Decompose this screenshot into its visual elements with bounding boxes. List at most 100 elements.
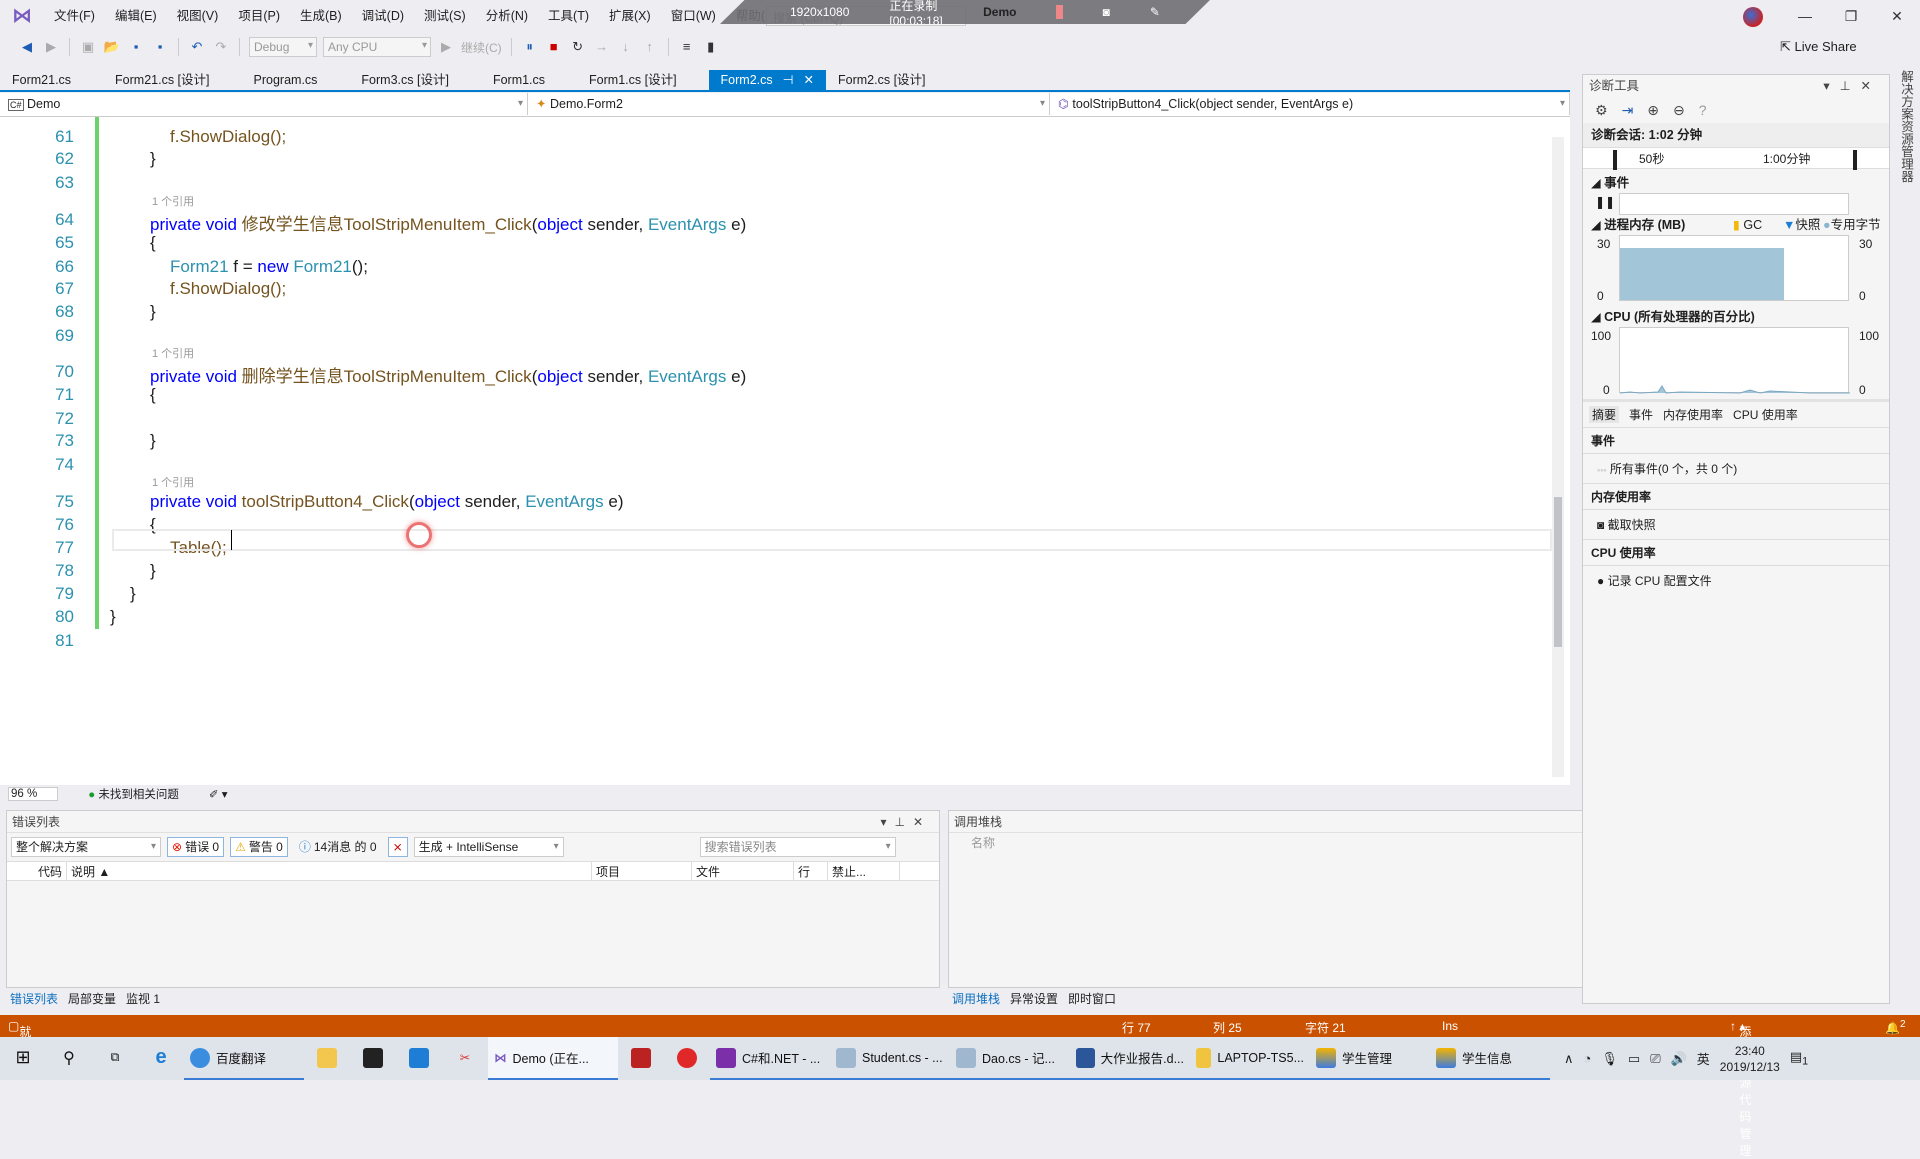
issues-indicator[interactable]: ● 未找到相关问题 [88,786,179,802]
warnings-filter-button[interactable]: ⚠ 警告 0 [230,837,288,857]
tab-cpu-usage[interactable]: CPU 使用率 [1733,406,1798,423]
timeline-end-handle[interactable] [1853,150,1857,170]
zoom-level-dropdown[interactable]: 96 % [8,786,59,801]
tab-form2-cs[interactable]: Form2.cs ⊣ ✕ [708,70,827,90]
all-events-link[interactable]: ◦◦◦ 所有事件(0 个，共 0 个) [1583,454,1889,484]
timeline-start-handle[interactable] [1613,150,1617,170]
zoom-in-icon[interactable]: ⊕ [1647,102,1659,119]
close-recording-icon[interactable]: ✕ [1200,5,1210,19]
stop-recording-icon[interactable] [1056,5,1063,19]
snipping-tool-button[interactable]: ✂ [442,1037,488,1080]
dropdown-icon[interactable]: ▾ [1823,79,1839,93]
store-button[interactable] [350,1037,396,1080]
tab-form2-design[interactable]: Form2.cs [设计] [826,70,938,90]
code-line[interactable]: } [110,607,116,627]
configuration-dropdown[interactable]: Debug [249,37,317,57]
code-editor[interactable]: 61 62 63 64 65 66 67 68 69 70 71 72 73 74 75 76 77 78 79 80… [0,117,1570,785]
class-dropdown[interactable]: ✦ Demo.Form2 ▾ [528,93,1050,115]
codelens-references[interactable]: 1 个引用 [152,474,194,490]
tab-summary[interactable]: 摘要 [1589,406,1620,423]
pin-icon[interactable]: ⊥ [894,815,912,829]
undo-icon[interactable]: ↶ [188,38,206,56]
tab-events[interactable]: 事件 [1629,406,1653,423]
tab-form21-design[interactable]: Form21.cs [设计] [103,70,221,90]
close-icon[interactable]: ✕ [1874,8,1920,25]
continue-icon[interactable]: ▶ [437,38,455,56]
code-line[interactable]: } [150,302,156,322]
clock[interactable]: 23:40 2019/12/13 [1720,1043,1780,1075]
taskbar-item[interactable]: Dao.cs - 记... [950,1037,1070,1080]
taskbar-item[interactable]: 百度翻译 [184,1037,304,1080]
platform-dropdown[interactable]: Any CPU [323,37,431,57]
settings-gear-icon[interactable]: ⚙ [1595,102,1608,119]
volume-icon[interactable]: 🔊 [1671,1051,1687,1067]
export-icon[interactable]: ⇥ [1622,102,1634,119]
pen-icon[interactable]: ✎ [1150,5,1160,19]
error-search-input[interactable]: 搜索错误列表 [699,837,896,857]
forward-icon[interactable]: ▶ [42,38,60,56]
netease-music-button[interactable] [664,1037,710,1080]
taskbar-item[interactable]: Student.cs - ... [830,1037,950,1080]
tab-error-list[interactable]: 错误列表 [10,990,58,1007]
pause-icon[interactable]: ❚❚ [1595,195,1615,209]
brush-icon[interactable]: ✐ ▾ [209,787,228,801]
back-icon[interactable]: ◀ [18,38,36,56]
file-explorer-button[interactable] [304,1037,350,1080]
show-hidden-icons-icon[interactable]: ∧ [1564,1051,1574,1067]
code-line[interactable]: private void toolStripButton4_Click(obje… [150,492,623,512]
column-line[interactable]: 行 [794,862,828,880]
camera-icon[interactable]: ◙ [1103,5,1110,19]
memory-section-header[interactable]: ◢ 进程内存 (MB) ▮ GC ▼快照 ●专用字节 [1583,215,1889,235]
menu-test[interactable]: 测试(S) [414,0,476,32]
code-line[interactable]: private void 删除学生信息ToolStripMenuItem_Cli… [150,362,746,387]
codelens-references[interactable]: 1 个引用 [152,345,194,361]
menu-edit[interactable]: 编辑(E) [105,0,167,32]
tab-exception-settings[interactable]: 异常设置 [1010,990,1058,1007]
bookmark-icon[interactable]: ▮ [702,38,720,56]
code-line[interactable]: private void 修改学生信息ToolStripMenuItem_Cli… [150,210,746,235]
close-icon[interactable]: ✕ [1861,79,1881,93]
column-code[interactable]: 代码 [7,862,67,880]
continue-button[interactable]: 继续(C) [461,39,502,56]
tab-call-stack[interactable]: 调用堆栈 [952,990,1000,1007]
taskbar-item[interactable]: C#和.NET - ... [710,1037,830,1080]
menu-tools[interactable]: 工具(T) [538,0,599,32]
pin-icon[interactable]: ⊣ [783,73,794,87]
step-out-icon[interactable]: ↑ [641,38,659,56]
action-center-icon[interactable]: ▤1 [1790,1049,1808,1068]
cpu-section-header[interactable]: ◢ CPU (所有处理器的百分比) [1583,307,1889,327]
code-line[interactable]: } [150,431,156,451]
column-name[interactable]: 名称 [971,836,995,850]
dropdown-icon[interactable]: ▾ [880,815,894,829]
new-item-icon[interactable]: ▣ [79,38,97,56]
comment-icon[interactable]: ≡ [678,38,696,56]
account-avatar[interactable] [1743,7,1763,27]
code-line[interactable]: { [150,233,156,253]
messages-filter-button[interactable]: ⓘ 14消息 的 0 [294,837,382,857]
tab-watch-1[interactable]: 监视 1 [126,990,160,1007]
menu-extensions[interactable]: 扩展(X) [599,0,661,32]
code-line[interactable]: { [150,385,156,405]
column-description[interactable]: 说明 ▲ [67,862,592,880]
network-icon[interactable]: ⎚ [1650,1051,1660,1067]
code-line[interactable]: f.ShowDialog(); [170,279,286,299]
menu-debug[interactable]: 调试(D) [352,0,414,32]
task-view-button[interactable]: ⧉ [92,1037,138,1080]
tab-memory-usage[interactable]: 内存使用率 [1663,406,1723,423]
menu-project[interactable]: 项目(P) [228,0,290,32]
clear-filter-button[interactable]: ⨯ [387,837,408,857]
tab-locals[interactable]: 局部变量 [68,990,116,1007]
column-file[interactable]: 文件 [692,862,794,880]
project-dropdown[interactable]: C# Demo ▾ [0,93,528,115]
column-project[interactable]: 项目 [592,862,692,880]
microphone-icon[interactable]: 🎙 [1601,1051,1618,1067]
code-line[interactable]: } [150,561,156,581]
codelens-references[interactable]: 1 个引用 [152,193,194,209]
notifications-bell-icon[interactable]: 🔔2 [1885,1019,1906,1035]
menu-build[interactable]: 生成(B) [290,0,352,32]
tab-form3-design[interactable]: Form3.cs [设计] [349,70,461,90]
add-to-source-control-button[interactable]: ↑ 添加到源代码管理 ▴ [1730,1019,1751,1158]
code-line[interactable]: } [150,149,156,169]
column-suppression[interactable]: 禁止... [828,862,900,880]
edge-button[interactable]: e [138,1037,184,1080]
